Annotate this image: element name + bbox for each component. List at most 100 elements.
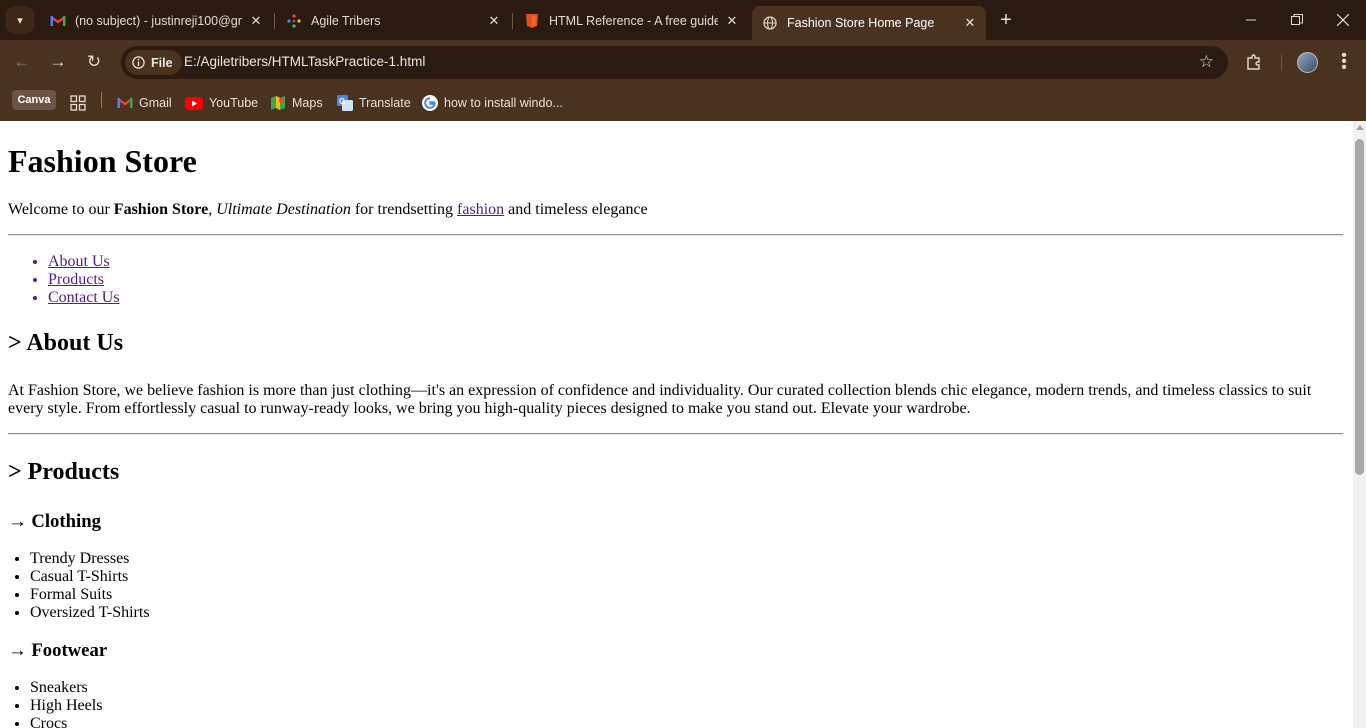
browser-toolbar: ← → ↻ File E:/Agiletribers/HTMLTaskPract… [0, 40, 1366, 85]
nav-item: About Us [48, 253, 120, 271]
tab-agile-tribers[interactable]: Agile Tribers ✕ [276, 6, 510, 36]
footwear-list: Sneakers High Heels Crocs [30, 679, 102, 728]
profile-avatar[interactable] [1297, 52, 1318, 73]
bookmark-star-icon[interactable]: ☆ [1199, 52, 1214, 72]
puzzle-icon [1247, 54, 1260, 70]
bookmark-label: YouTube [209, 96, 259, 110]
back-button[interactable]: ← [8, 48, 36, 76]
bookmark-google-search[interactable]: how to install windo... [422, 92, 563, 114]
list-item: Formal Suits [30, 586, 150, 604]
nav-link-products[interactable]: Products [48, 271, 104, 288]
intro-bold: Fashion Store [113, 201, 209, 218]
tab-html-reference[interactable]: HTML Reference - A free guide ✕ [514, 6, 748, 36]
list-item: Casual T-Shirts [30, 568, 150, 586]
tab-title: (no subject) - justinreji100@gm [75, 14, 242, 28]
bookmarks-divider [101, 92, 102, 108]
translate-icon: G [337, 95, 353, 111]
clothing-list: Trendy Dresses Casual T-Shirts Formal Su… [30, 550, 150, 622]
scrollbar-thumb[interactable] [1355, 139, 1364, 475]
intro-post: and timeless elegance [504, 201, 648, 218]
apps-button[interactable] [70, 92, 86, 114]
page-viewport: Fashion Store Welcome to our Fashion Sto… [0, 121, 1353, 728]
tab-title: HTML Reference - A free guide [549, 14, 718, 28]
list-item: Sneakers [30, 679, 102, 697]
divider [8, 234, 1343, 236]
minimize-icon [1246, 19, 1256, 21]
bookmark-label: Gmail [139, 96, 172, 110]
url-text[interactable]: E:/Agiletribers/HTMLTaskPractice-1.html [184, 54, 425, 69]
category-heading-clothing: → Clothing [8, 511, 101, 532]
toolbar-divider [1281, 55, 1282, 71]
google-icon [422, 95, 438, 111]
agile-tribers-icon [286, 13, 302, 29]
bookmark-translate[interactable]: G Translate [337, 92, 411, 114]
list-item: Trendy Dresses [30, 550, 150, 568]
html-reference-icon [524, 13, 540, 29]
vertical-scrollbar[interactable] [1353, 121, 1366, 728]
forward-button[interactable]: → [44, 48, 72, 76]
intro-italic: Ultimate Destination [216, 201, 351, 218]
intro-mid: for trendsetting [350, 201, 458, 218]
list-item: Oversized T-Shirts [30, 604, 150, 622]
bookmark-maps[interactable]: Maps [270, 92, 323, 114]
intro-comma: , [208, 201, 217, 218]
more-vertical-icon: • • • [1341, 47, 1347, 76]
close-icon[interactable]: ✕ [724, 13, 740, 29]
gmail-icon [117, 98, 133, 108]
restore-button[interactable] [1274, 0, 1320, 40]
tab-title: Agile Tribers [311, 14, 381, 28]
youtube-icon [185, 96, 203, 110]
tab-strip: ▾ (no subject) - justinreji100@gm ✕ Agil… [0, 0, 1366, 40]
reload-button[interactable]: ↻ [80, 48, 108, 76]
list-item: Crocs [30, 715, 102, 728]
tab-search-button[interactable]: ▾ [6, 6, 34, 34]
nav-link-contact-us[interactable]: Contact Us [48, 289, 120, 306]
divider [8, 433, 1343, 435]
close-icon[interactable]: ✕ [486, 13, 502, 29]
tab-gmail[interactable]: (no subject) - justinreji100@gm ✕ [40, 6, 272, 36]
new-tab-button[interactable]: + [994, 8, 1018, 32]
plus-icon: + [1000, 8, 1012, 31]
site-info-label: File [151, 55, 173, 70]
intro-text: Welcome to our Fashion Store, Ultimate D… [8, 201, 648, 219]
nav-link-about-us[interactable]: About Us [48, 253, 110, 270]
address-bar[interactable]: File E:/Agiletribers/HTMLTaskPractice-1.… [121, 46, 1228, 79]
list-item: High Heels [30, 697, 102, 715]
bookmark-canva[interactable]: Canva [12, 90, 56, 110]
page-title: Fashion Store [8, 143, 197, 179]
apps-grid-icon [70, 95, 86, 111]
nav-list: About Us Products Contact Us [48, 253, 120, 307]
restore-icon [1291, 14, 1303, 25]
site-info-chip[interactable]: File [125, 50, 182, 75]
back-arrow-icon: ← [13, 52, 31, 71]
globe-icon [762, 15, 778, 31]
products-heading: > Products [8, 459, 120, 485]
fashion-link[interactable]: fashion [457, 201, 504, 218]
bookmark-label: Maps [292, 96, 323, 110]
close-window-button[interactable] [1320, 0, 1366, 40]
minimize-button[interactable] [1228, 0, 1274, 40]
forward-arrow-icon: → [49, 52, 67, 71]
reload-icon: ↻ [86, 52, 102, 71]
menu-button[interactable]: • • • [1331, 47, 1357, 76]
nav-item: Products [48, 271, 120, 289]
close-icon[interactable]: ✕ [248, 13, 264, 29]
tab-fashion-store[interactable]: Fashion Store Home Page ✕ [752, 6, 986, 40]
tab-divider [512, 13, 513, 29]
category-heading-footwear: → Footwear [8, 640, 108, 661]
bookmark-gmail[interactable]: Gmail [117, 92, 172, 114]
info-icon [132, 56, 145, 69]
bookmark-label: how to install windo... [444, 96, 563, 110]
bookmark-youtube[interactable]: YouTube [185, 92, 258, 114]
about-text: At Fashion Store, we believe fashion is … [8, 382, 1312, 417]
svg-text:G: G [339, 97, 345, 106]
close-icon[interactable]: ✕ [962, 15, 978, 31]
bookmark-label: Translate [359, 96, 411, 110]
gmail-icon [50, 13, 66, 29]
close-icon [1337, 14, 1349, 26]
intro-pre: Welcome to our [8, 201, 114, 218]
about-heading: > About Us [8, 330, 124, 356]
scroll-up-arrow-icon[interactable] [1356, 125, 1364, 130]
extensions-button[interactable] [1241, 49, 1267, 75]
maps-icon [271, 96, 285, 110]
